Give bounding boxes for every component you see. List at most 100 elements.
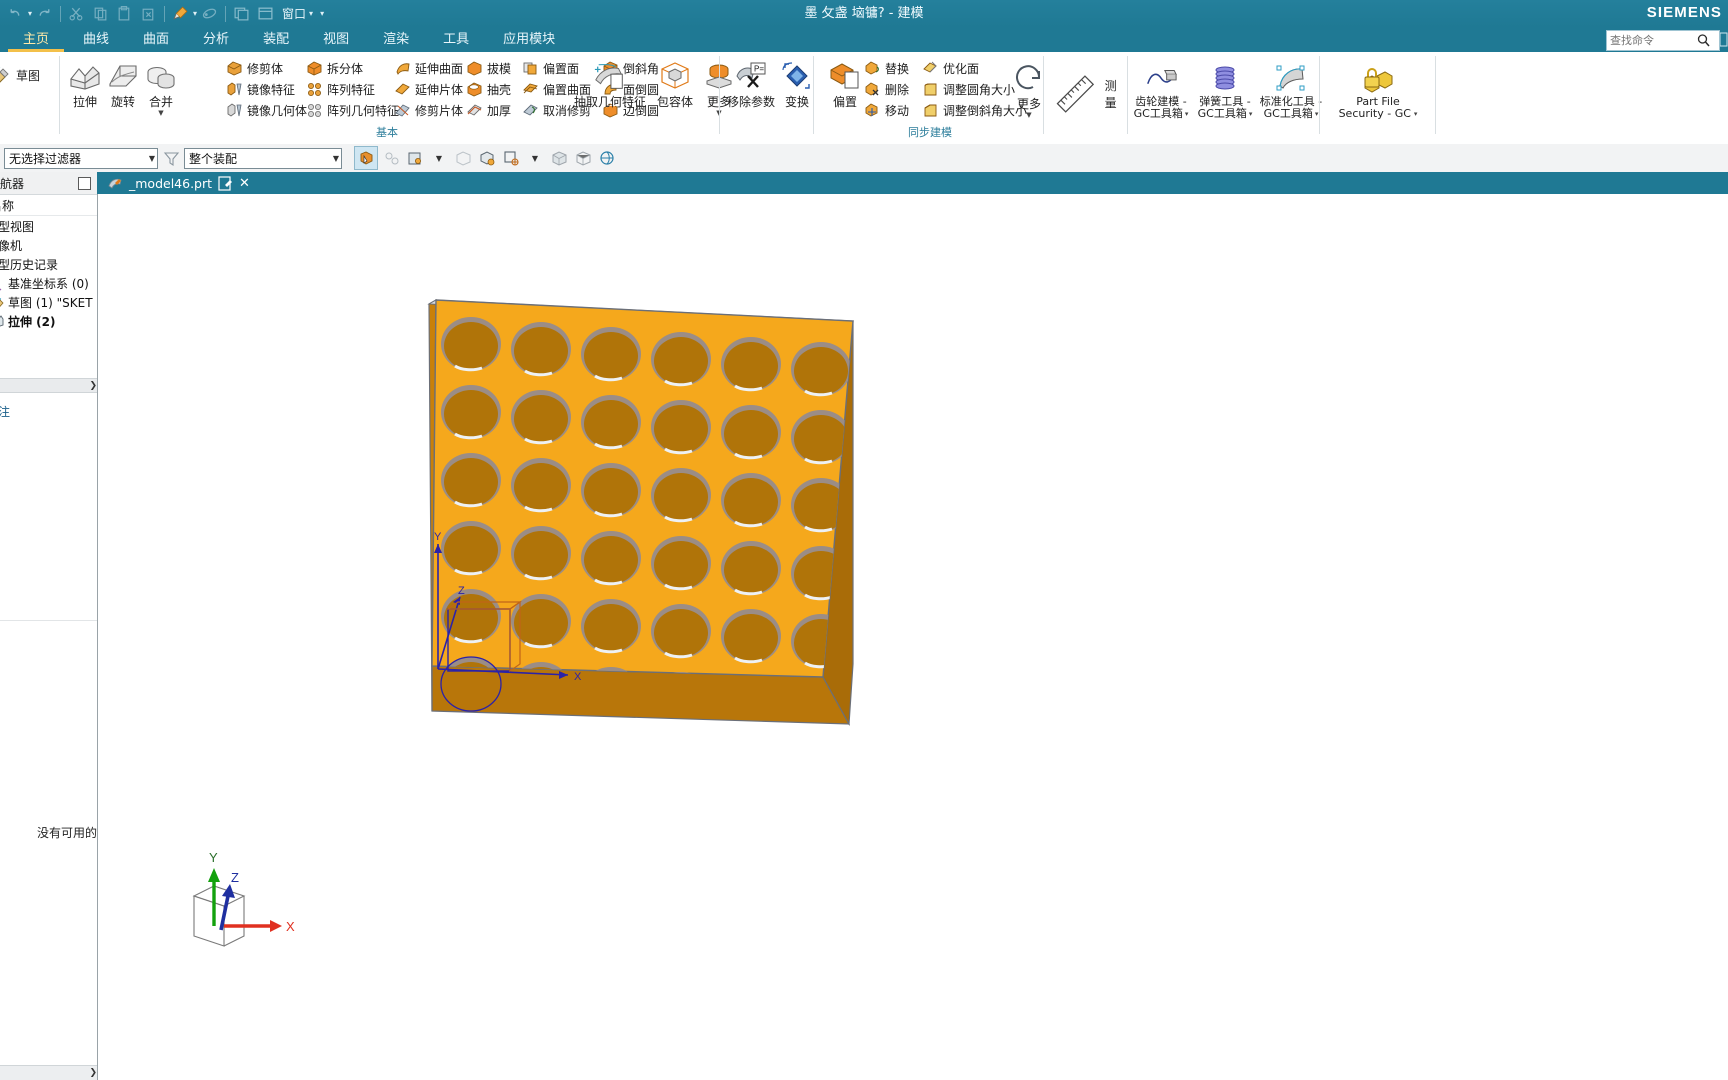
chevron-right-scroll-icon[interactable]: ❯ <box>89 1068 97 1078</box>
navigator-detail-row-4 <box>0 488 97 511</box>
body-select-icon[interactable] <box>476 147 498 169</box>
standardization-tool-dropdown-caret[interactable]: ▾ <box>1315 111 1319 118</box>
trim-body-item[interactable]: 修剪体 <box>226 58 307 79</box>
sketch-button[interactable]: 草图 <box>0 58 40 92</box>
replace-face-item[interactable]: 替换 <box>864 58 909 79</box>
navigator-column-header[interactable]: 名称 <box>0 195 97 216</box>
shell-item[interactable]: 抽壳 <box>466 79 511 100</box>
graphics-viewport[interactable]: Y X Z X Y Z <box>97 194 1728 1080</box>
extend-sheet-item[interactable]: 延伸片体 <box>394 79 463 100</box>
wcs-dropdown[interactable]: ▼ <box>524 147 546 169</box>
render-style-icon[interactable] <box>596 147 618 169</box>
extract-geometry-button[interactable]: 抽取几何特征 <box>570 56 650 109</box>
part-file-security-button[interactable]: Part File Security - GC ▾ <box>1328 58 1428 120</box>
ribbon-minimize-icon[interactable] <box>1719 31 1728 49</box>
standardization-tool-button[interactable]: 标准化工具 - GC工具箱 ▾ <box>1258 58 1324 120</box>
thicken-item[interactable]: 加厚 <box>466 100 511 121</box>
hole-r5c4 <box>651 604 711 659</box>
hole-r2c3 <box>581 395 641 450</box>
face-select-icon[interactable] <box>452 147 474 169</box>
part-file-security-dropdown-caret[interactable]: ▾ <box>1414 111 1418 118</box>
command-search-box[interactable] <box>1606 30 1720 51</box>
filter-funnel-icon[interactable] <box>160 147 182 169</box>
tab-surface[interactable]: 曲面 <box>126 27 186 52</box>
tree-row-model-history[interactable]: 模型历史记录 <box>0 255 97 274</box>
pattern-feature-item[interactable]: 阵列特征 <box>306 79 399 100</box>
gear-modeling-dropdown-caret[interactable]: ▾ <box>1185 111 1189 118</box>
thicken-icon <box>467 104 482 116</box>
move-face-item[interactable]: 移动 <box>864 100 909 121</box>
part-file-security-label2: Security - GC <box>1338 107 1411 120</box>
cad-model-render[interactable]: Y X Z X Y Z <box>98 194 1728 1080</box>
document-tab-model46[interactable]: _model46.prt ✕ <box>100 172 257 194</box>
navigator-hscroll[interactable]: ❯ <box>0 1065 97 1080</box>
move-face-label: 移动 <box>885 104 910 118</box>
unite-dropdown-caret[interactable]: ▼ <box>158 110 163 117</box>
tree-label-datum-csys: 基准坐标系 (0) <box>8 277 89 291</box>
ribbon-panel: 草图 拉伸 旋转 合并 ▼ 修剪体 镜像特征 镜像几何体 拆分体 阵列特征 阵列… <box>0 52 1728 145</box>
revolve-label: 旋转 <box>110 95 135 109</box>
pattern-geometry-item[interactable]: 阵列几何特征 <box>306 100 399 121</box>
tree-row-cameras[interactable]: 摄像机 <box>0 236 97 255</box>
bounding-body-icon <box>661 62 689 89</box>
extend-surface-item[interactable]: 延伸曲面 <box>394 58 463 79</box>
navigator-detail-header: 注 <box>0 400 97 423</box>
document-tab-close-icon[interactable]: ✕ <box>239 176 250 191</box>
selection-toolbar: 无选择过滤器 ▼ 整个装配 ▼ ▼ ▼ <box>0 144 1728 173</box>
tree-row-extrude[interactable]: 拉伸 (2) <box>0 312 97 331</box>
wcs-select-icon[interactable] <box>500 147 522 169</box>
navigator-column-name: 名称 <box>0 198 15 213</box>
modified-marker-icon[interactable] <box>217 175 234 192</box>
standardization-tool-icon <box>1276 65 1305 91</box>
tree-row-sketch[interactable]: 草图 (1) "SKET <box>0 293 97 312</box>
selection-filter-value: 无选择过滤器 <box>9 151 82 166</box>
search-input[interactable] <box>1607 32 1696 49</box>
offset-region-icon <box>830 63 859 89</box>
tab-curve[interactable]: 曲线 <box>66 27 126 52</box>
tab-render[interactable]: 渲染 <box>366 27 426 52</box>
snap-point-dropdown[interactable]: ▼ <box>428 147 450 169</box>
split-body-item[interactable]: 拆分体 <box>306 58 399 79</box>
gear-modeling-button[interactable]: 齿轮建模 - GC工具箱 ▾ <box>1130 58 1192 120</box>
shaded-view-icon[interactable] <box>548 147 570 169</box>
tab-analysis[interactable]: 分析 <box>186 27 246 52</box>
navigator-detail-row-2 <box>0 444 97 467</box>
tab-home[interactable]: 主页 <box>6 27 66 52</box>
snap-point-icon[interactable] <box>404 147 426 169</box>
thicken-label: 加厚 <box>487 104 512 118</box>
trim-body-label: 修剪体 <box>247 62 284 76</box>
shell-icon <box>467 82 482 97</box>
mirror-feature-item[interactable]: 镜像特征 <box>226 79 307 100</box>
more-sync-dropdown-caret[interactable]: ▼ <box>1026 112 1031 119</box>
search-icon[interactable] <box>1696 33 1712 49</box>
trim-sheet-item[interactable]: 修剪片体 <box>394 100 463 121</box>
selection-scope-caret[interactable]: ▼ <box>327 154 339 163</box>
selection-filter-combo[interactable]: 无选择过滤器 ▼ <box>4 147 158 169</box>
measure-button[interactable]: 测量 <box>1052 70 1128 118</box>
tab-view[interactable]: 视图 <box>306 27 366 52</box>
selection-filter-caret[interactable]: ▼ <box>143 154 155 163</box>
select-feature-icon[interactable] <box>380 147 402 169</box>
trim-body-icon <box>227 61 242 76</box>
draft-item[interactable]: 拔模 <box>466 58 511 79</box>
spring-tool-dropdown-caret[interactable]: ▾ <box>1249 111 1253 118</box>
delete-face-item[interactable]: 删除 <box>864 79 909 100</box>
tab-application-modules[interactable]: 应用模块 <box>486 27 572 52</box>
tab-tools[interactable]: 工具 <box>426 27 486 52</box>
tree-row-datum-csys[interactable]: 基准坐标系 (0) <box>0 274 97 293</box>
spring-tool-label2: GC工具箱 <box>1197 107 1247 120</box>
datum-x-label: X <box>574 671 582 683</box>
selection-scope-combo[interactable]: 整个装配 ▼ <box>184 147 342 169</box>
tree-row-model-views[interactable]: 模型视图 <box>0 217 97 236</box>
navigator-checkbox[interactable] <box>78 176 91 190</box>
sketch-group: 草图 <box>0 52 60 140</box>
mirror-geometry-item[interactable]: 镜像几何体 <box>226 100 307 121</box>
spring-tool-button[interactable]: 弹簧工具 - GC工具箱 ▾ <box>1194 58 1256 120</box>
wireframe-view-icon[interactable] <box>572 147 594 169</box>
extend-surface-label: 延伸曲面 <box>415 62 464 76</box>
unite-button[interactable]: 合并 ▼ <box>134 56 188 117</box>
chevron-right-icon[interactable]: ❯ <box>89 381 97 391</box>
tab-assembly[interactable]: 装配 <box>246 27 306 52</box>
select-general-icon[interactable] <box>354 146 378 170</box>
navigator-splitter[interactable]: ❯ <box>0 378 97 393</box>
